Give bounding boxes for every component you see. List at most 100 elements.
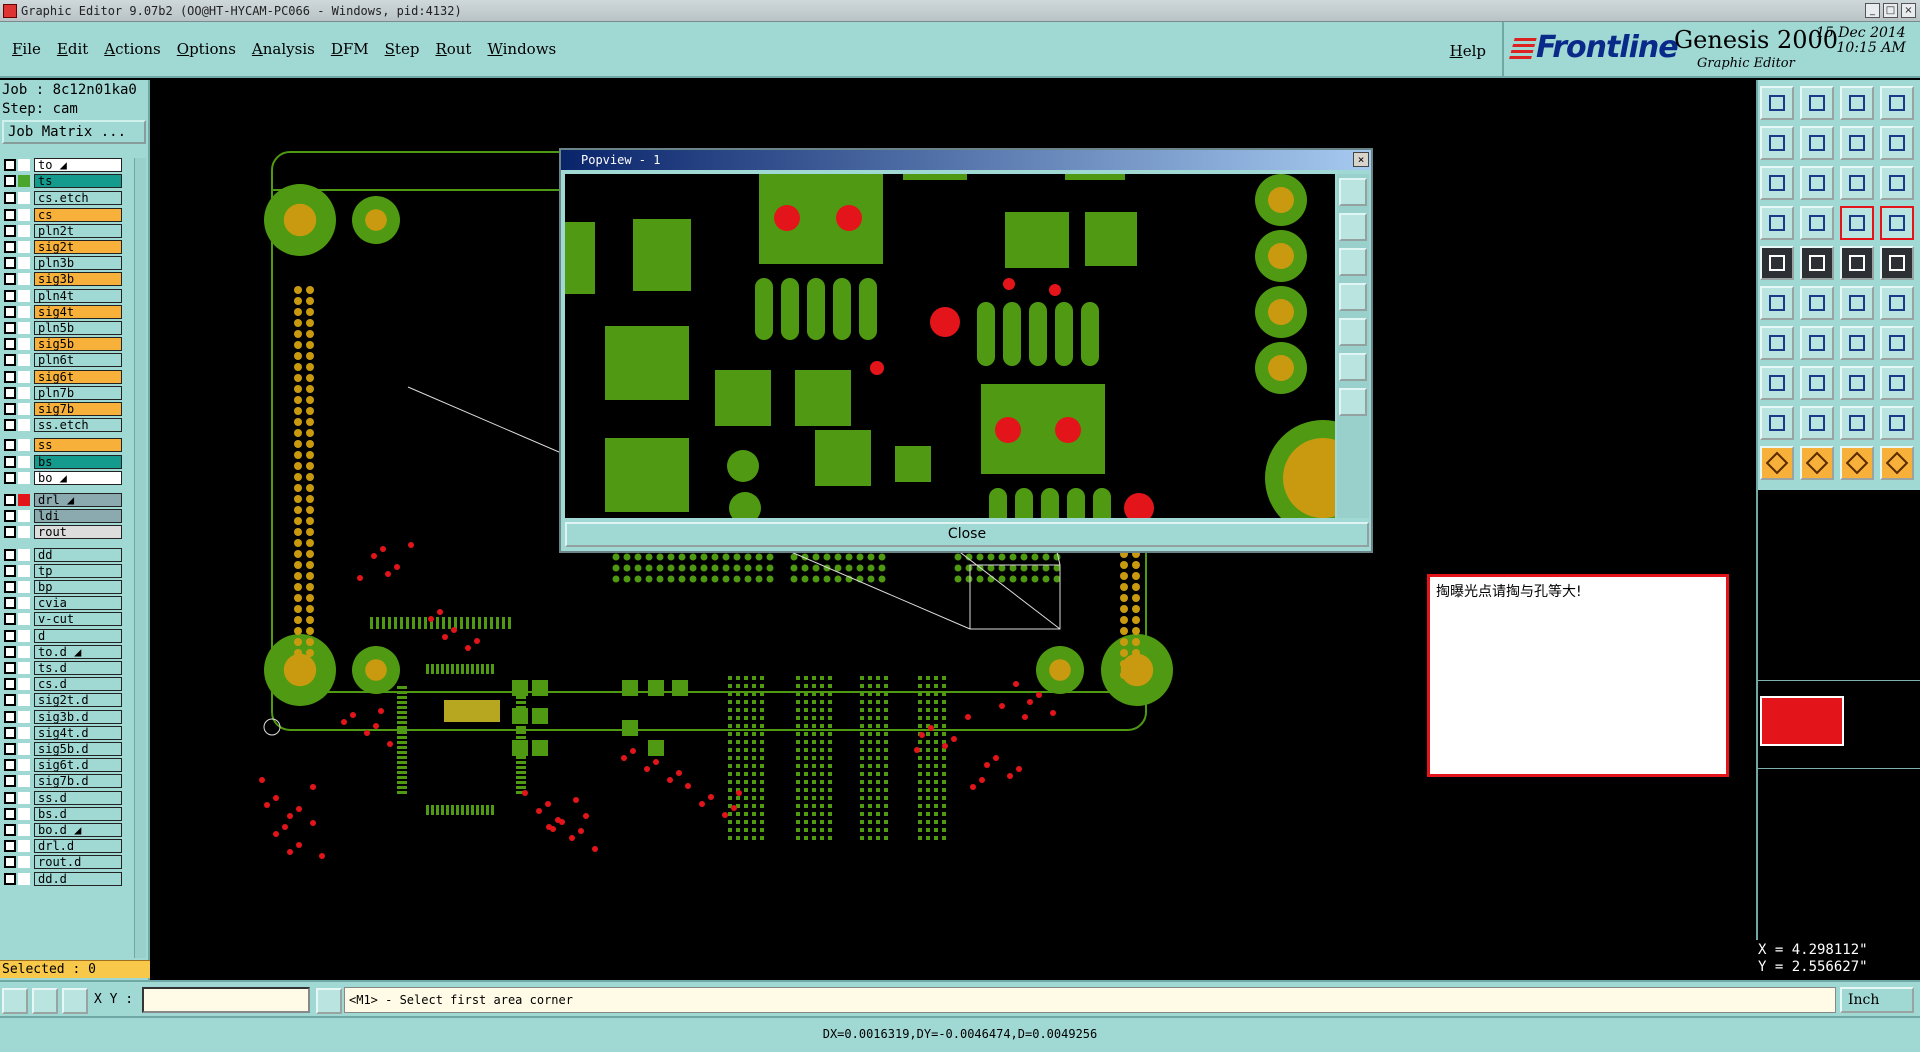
layer-checkbox[interactable] [4, 662, 16, 674]
layer-row-v-cut[interactable]: v-cut [4, 612, 122, 626]
layer-checkbox[interactable] [4, 338, 16, 350]
layer-state-box[interactable] [18, 743, 30, 755]
layer-state-box[interactable] [18, 646, 30, 658]
layer-row-ss-d[interactable]: ss.d [4, 791, 122, 805]
layer-state-box[interactable] [18, 159, 30, 171]
layer-checkbox[interactable] [4, 241, 16, 253]
layer-name[interactable]: sig4t.d [34, 726, 122, 740]
layer-state-box[interactable] [18, 322, 30, 334]
layer-row-bp[interactable]: bp [4, 580, 122, 594]
layer-row-pln4t[interactable]: pln4t [4, 289, 122, 303]
layer-checkbox[interactable] [4, 808, 16, 820]
grid-icon[interactable] [1800, 206, 1834, 240]
popview-zoom-out-button[interactable] [1339, 248, 1367, 276]
layer-row-ts[interactable]: ts [4, 174, 122, 188]
minimize-button[interactable]: _ [1865, 3, 1880, 18]
layer-name[interactable]: pln7b [34, 386, 122, 400]
popview-close-icon[interactable]: × [1353, 152, 1369, 167]
home-icon[interactable] [1840, 86, 1874, 120]
layer-checkbox[interactable] [4, 354, 16, 366]
save-icon[interactable] [1800, 86, 1834, 120]
layer-row-drl-d[interactable]: drl.d [4, 839, 122, 853]
layer-row-ss[interactable]: ss [4, 438, 122, 452]
layer-checkbox[interactable] [4, 613, 16, 625]
layer-checkbox[interactable] [4, 456, 16, 468]
redo-icon[interactable] [1800, 126, 1834, 160]
layer-row-cs-etch[interactable]: cs.etch [4, 191, 122, 205]
layer-checkbox[interactable] [4, 439, 16, 451]
layer-checkbox[interactable] [4, 257, 16, 269]
menu-windows[interactable]: Windows [487, 40, 556, 58]
layer-checkbox[interactable] [4, 192, 16, 204]
layer-row-bs[interactable]: bs [4, 455, 122, 469]
polygon-icon[interactable] [1800, 406, 1834, 440]
layer-checkbox[interactable] [4, 597, 16, 609]
layer-checkbox[interactable] [4, 678, 16, 690]
grid-icon[interactable] [62, 988, 88, 1014]
layer-name[interactable]: sig7b [34, 402, 122, 416]
layer-row-sig7b-d[interactable]: sig7b.d [4, 774, 122, 788]
scale-icon[interactable] [1840, 166, 1874, 200]
layer-state-box[interactable] [18, 759, 30, 771]
layer-name[interactable]: sig2t [34, 240, 122, 254]
layer-name[interactable]: rout [34, 525, 122, 539]
layer-name[interactable]: pln4t [34, 289, 122, 303]
layer-name[interactable]: pln3b [34, 256, 122, 270]
info-icon[interactable] [316, 988, 342, 1014]
ruler-icon[interactable] [1840, 246, 1874, 280]
layer-name[interactable]: ts.d [34, 661, 122, 675]
layer-state-box[interactable] [18, 613, 30, 625]
unit-select[interactable]: Inch [1840, 987, 1914, 1013]
slash-icon[interactable] [1800, 326, 1834, 360]
layer-checkbox[interactable] [4, 526, 16, 538]
layer-name[interactable]: rout.d [34, 855, 122, 869]
layer-state-box[interactable] [18, 387, 30, 399]
select-icon[interactable] [1800, 446, 1834, 480]
layer-name[interactable]: sig3b.d [34, 710, 122, 724]
layer-checkbox[interactable] [4, 225, 16, 237]
layer-row-ss-etch[interactable]: ss.etch [4, 418, 122, 432]
layer-state-box[interactable] [18, 403, 30, 415]
flip-icon[interactable] [1840, 126, 1874, 160]
layer-checkbox[interactable] [4, 873, 16, 885]
layer-name[interactable]: pln5b [34, 321, 122, 335]
popview-close-button[interactable]: Close [565, 522, 1369, 547]
layer-name[interactable]: tp [34, 564, 122, 578]
cross-icon[interactable] [1800, 286, 1834, 320]
layer-row-ts-d[interactable]: ts.d [4, 661, 122, 675]
layer-row-pln6t[interactable]: pln6t [4, 353, 122, 367]
layer-state-box[interactable] [18, 419, 30, 431]
layer-row-d[interactable]: d [4, 629, 122, 643]
layer-checkbox[interactable] [4, 775, 16, 787]
layer-row-sig4t-d[interactable]: sig4t.d [4, 726, 122, 740]
layer-checkbox[interactable] [4, 494, 16, 506]
layer-state-box[interactable] [18, 727, 30, 739]
color-swatch[interactable] [1760, 696, 1844, 746]
layer-row-ldi[interactable]: ldi [4, 509, 122, 523]
layer-state-box[interactable] [18, 510, 30, 522]
layer-state-box[interactable] [18, 630, 30, 642]
layer-state-box[interactable] [18, 856, 30, 868]
curve-icon[interactable] [1840, 326, 1874, 360]
layer-scrollbar[interactable] [134, 158, 146, 958]
menu-analysis[interactable]: Analysis [252, 40, 315, 58]
layer-checkbox[interactable] [4, 840, 16, 852]
line-icon[interactable] [1840, 286, 1874, 320]
layer-state-box[interactable] [18, 306, 30, 318]
layer-checkbox[interactable] [4, 759, 16, 771]
layer-checkbox[interactable] [4, 727, 16, 739]
graphic-canvas[interactable]: Popview - 1 × Close 掏曝光点请掏与孔等大! [152, 80, 1756, 980]
layer-row-drl[interactable]: drl ◢ [4, 493, 122, 507]
layer-row-sig2t[interactable]: sig2t [4, 240, 122, 254]
text-icon[interactable] [1880, 326, 1914, 360]
layer-row-sig3b-d[interactable]: sig3b.d [4, 710, 122, 724]
layer-state-box[interactable] [18, 549, 30, 561]
layer-checkbox[interactable] [4, 565, 16, 577]
layer-checkbox[interactable] [4, 472, 16, 484]
pan-icon[interactable] [1800, 166, 1834, 200]
job-matrix-button[interactable]: Job Matrix ... [2, 120, 146, 144]
layer-name[interactable]: cs.d [34, 677, 122, 691]
edit-icon[interactable] [1880, 446, 1914, 480]
shape-icon[interactable] [1760, 366, 1794, 400]
layer-row-pln2t[interactable]: pln2t [4, 224, 122, 238]
